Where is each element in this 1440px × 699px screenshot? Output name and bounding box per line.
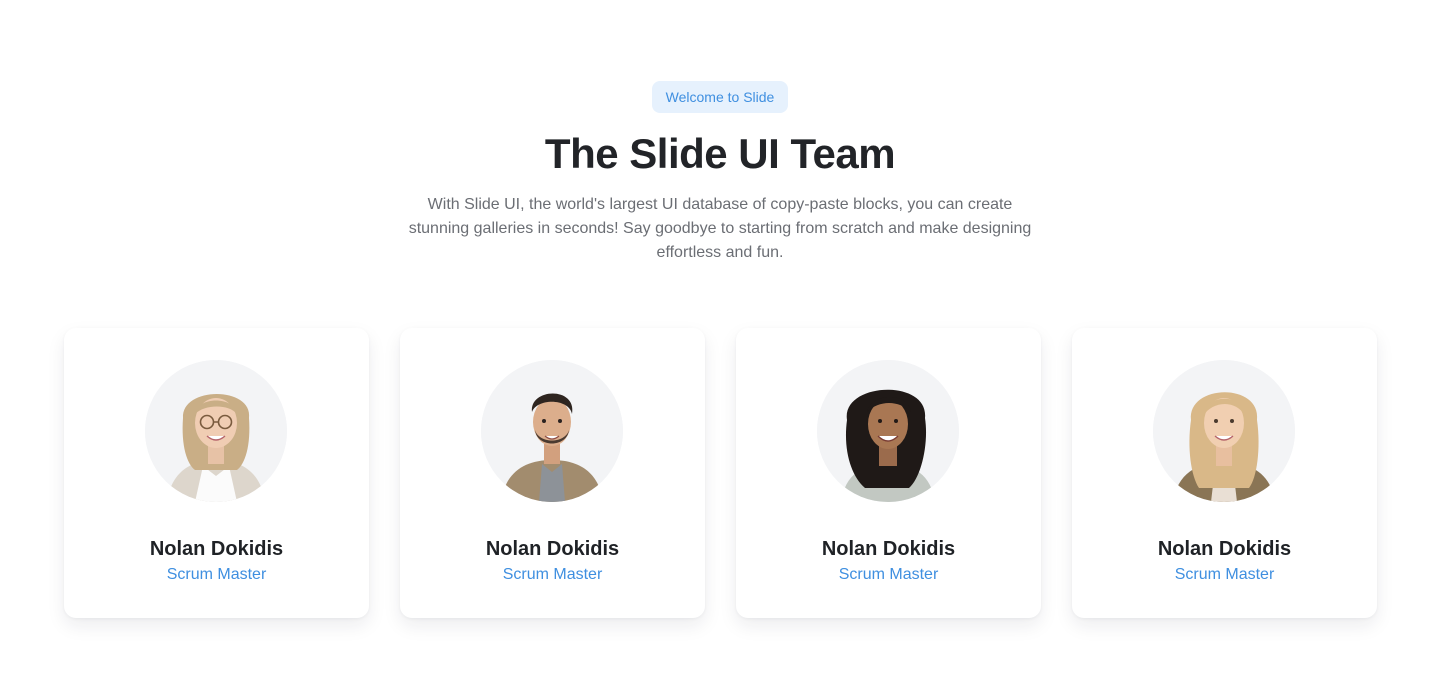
member-role: Scrum Master [838,566,939,583]
member-role: Scrum Master [1174,566,1275,583]
member-role: Scrum Master [502,566,603,583]
page-subtitle: With Slide UI, the world's largest UI da… [408,196,1032,261]
member-name: Nolan Dokidis [149,538,284,560]
team-member-card: Nolan Dokidis Scrum Master [1072,328,1377,618]
team-member-card: Nolan Dokidis Scrum Master [64,328,369,618]
welcome-badge: Welcome to Slide [652,81,788,113]
team-page: Welcome to Slide The Slide UI Team With … [0,0,1440,699]
woman-glasses-avatar-icon [145,360,287,502]
member-name: Nolan Dokidis [1157,538,1292,560]
man-jacket-avatar-icon [481,360,623,502]
page-title: The Slide UI Team [544,130,896,177]
woman-blonde-avatar-icon [1153,360,1295,502]
woman-curly-hair-avatar-icon [817,360,959,502]
member-name: Nolan Dokidis [485,538,620,560]
team-member-card: Nolan Dokidis Scrum Master [400,328,705,618]
member-role: Scrum Master [166,566,267,583]
member-name: Nolan Dokidis [821,538,956,560]
team-member-card: Nolan Dokidis Scrum Master [736,328,1041,618]
